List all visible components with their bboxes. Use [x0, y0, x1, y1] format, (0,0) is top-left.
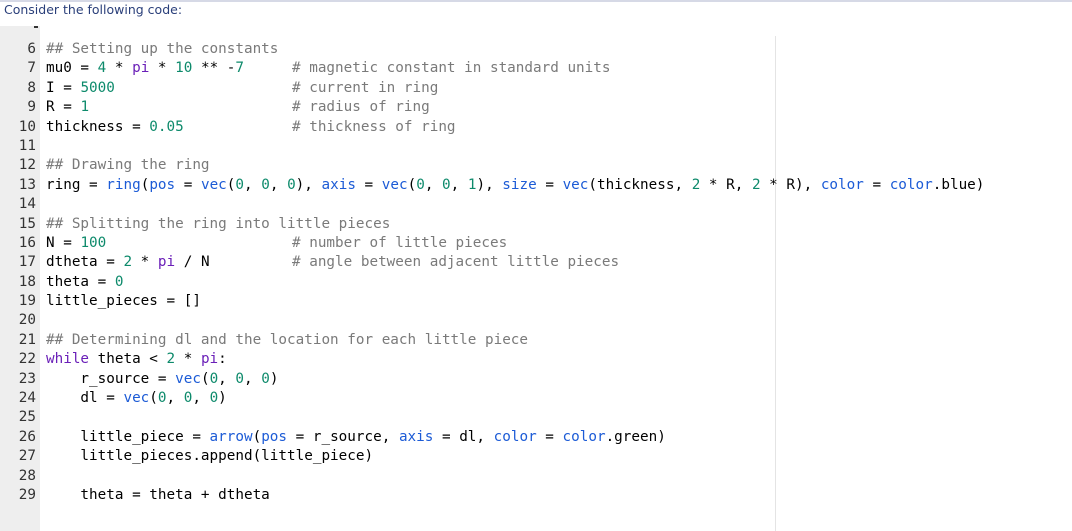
- line-number: 15: [18, 215, 36, 232]
- code-text: while theta < 2 * pi:: [46, 351, 227, 368]
- line-number: 22: [18, 351, 36, 368]
- line-number: 24: [18, 390, 36, 407]
- code-text: N = 100: [46, 234, 107, 251]
- code-text: little_pieces = []: [46, 293, 201, 310]
- line-number: 6: [27, 41, 36, 57]
- print-margin-line: [775, 36, 776, 531]
- line-number: 13: [18, 176, 36, 193]
- code-text: theta = 0: [46, 273, 124, 290]
- code-comment: # angle between adjacent little pieces: [292, 254, 620, 271]
- line-number: 11: [18, 137, 36, 154]
- line-number: 19: [18, 293, 36, 310]
- line-number: 18: [18, 273, 36, 290]
- line-number: 14: [18, 196, 36, 213]
- code-comment: # radius of ring: [292, 99, 430, 116]
- code-text: R = 1: [46, 99, 90, 116]
- code-text: dl = vec(0, 0, 0): [46, 390, 227, 407]
- code-text: thickness = 0.05: [46, 118, 184, 135]
- code-text: ## Determining dl and the location for e…: [46, 331, 529, 348]
- line-number: 12: [18, 157, 36, 174]
- code-comment: # number of little pieces: [292, 234, 508, 251]
- line-number: 29: [18, 486, 36, 503]
- code-text: dtheta = 2 * pi / N: [46, 254, 210, 271]
- line-number: 26: [18, 428, 36, 445]
- line-number: 25: [18, 409, 36, 426]
- line-number: 16: [18, 234, 36, 251]
- line-number: 27: [18, 448, 36, 465]
- line-number: 9: [27, 99, 36, 116]
- code-text: r_source = vec(0, 0, 0): [46, 370, 279, 387]
- code-text: theta = theta + dtheta: [46, 486, 270, 503]
- code-editor[interactable]: 6 ## Setting up the constants 7 mu0 = 4 * p…: [0, 26, 1072, 531]
- line-number: 8: [27, 79, 36, 96]
- line-number: 28: [18, 467, 36, 484]
- code-text: ## Drawing the ring: [46, 157, 210, 174]
- code-comment: # magnetic constant in standard units: [292, 60, 611, 77]
- code-text: little_piece = arrow(pos = r_source, axi…: [46, 428, 666, 445]
- code-text: ## Setting up the constants: [46, 41, 279, 57]
- question-prompt: Consider the following code:: [4, 2, 183, 17]
- line-number: 21: [18, 331, 36, 348]
- code-text: ring = ring(pos = vec(0, 0, 0), axis = v…: [46, 176, 985, 193]
- code-text: mu0 = 4 * pi * 10 ** -7: [46, 60, 245, 77]
- line-number: 23: [18, 370, 36, 387]
- line-number: 10: [18, 118, 36, 135]
- line-number: 7: [27, 60, 36, 77]
- code-text: I = 5000: [46, 79, 115, 96]
- code-comment: # current in ring: [292, 79, 439, 96]
- line-number: 20: [18, 312, 36, 329]
- code-text: little_pieces.append(little_piece): [46, 448, 374, 465]
- line-number: 17: [18, 254, 36, 271]
- code-text: ## Splitting the ring into little pieces: [46, 215, 391, 232]
- scroll-marker: [34, 26, 38, 28]
- code-comment: # thickness of ring: [292, 118, 456, 135]
